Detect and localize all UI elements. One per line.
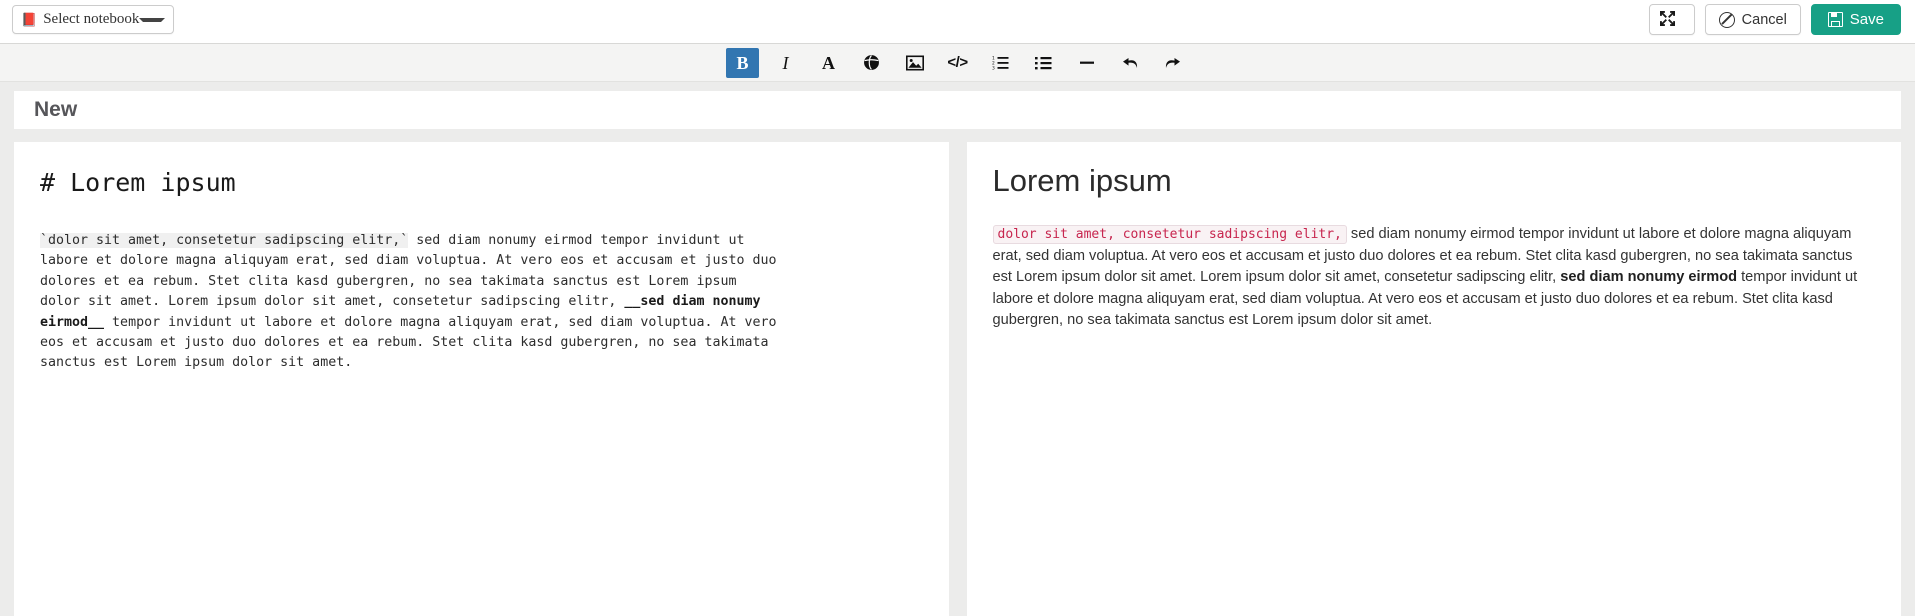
- toolbar-ordered-list-button[interactable]: 1 2 3: [984, 48, 1017, 78]
- italic-icon: I: [783, 54, 789, 72]
- horizontal-rule-icon: [1079, 55, 1095, 70]
- toolbar-bold-button[interactable]: B: [726, 48, 759, 78]
- editor-body-text: `dolor sit amet, consetetur sadipscing e…: [40, 231, 780, 374]
- toolbar-horizontal-rule-button[interactable]: [1070, 48, 1103, 78]
- redo-arrow-icon: [1164, 55, 1182, 71]
- editor-preview-split: # Lorem ipsum `dolor sit amet, consetetu…: [0, 129, 1915, 616]
- svg-text:3: 3: [992, 65, 995, 70]
- preview-strong-span: sed diam nonumy eirmod: [1560, 269, 1737, 285]
- toolbar-image-button[interactable]: [898, 48, 931, 78]
- notebook-select-dropdown[interactable]: 📕 Select notebook: [12, 5, 174, 34]
- markdown-editor-pane[interactable]: # Lorem ipsum `dolor sit amet, consetetu…: [14, 142, 949, 616]
- toolbar-code-button[interactable]: </>: [941, 48, 974, 78]
- toolbar-font-button[interactable]: A: [812, 48, 845, 78]
- code-brackets-icon: </>: [947, 55, 967, 70]
- top-bar: 📕 Select notebook Cancel Save: [0, 0, 1915, 44]
- toolbar-redo-button[interactable]: [1156, 48, 1189, 78]
- markdown-preview-pane: Lorem ipsum dolor sit amet, consetetur s…: [967, 142, 1902, 616]
- notebook-select-label: Select notebook: [43, 11, 139, 28]
- toolbar-unordered-list-button[interactable]: [1027, 48, 1060, 78]
- ban-icon: [1719, 12, 1735, 28]
- unordered-list-icon: [1035, 55, 1052, 70]
- fullscreen-arrows-icon: [1660, 11, 1675, 29]
- top-bar-actions: Cancel Save: [1649, 4, 1901, 35]
- undo-arrow-icon: [1121, 55, 1139, 71]
- image-icon: [906, 55, 924, 71]
- toolbar-undo-button[interactable]: [1113, 48, 1146, 78]
- save-button-label: Save: [1850, 11, 1884, 28]
- save-button[interactable]: Save: [1811, 4, 1901, 35]
- editor-heading-line: # Lorem ipsum: [40, 168, 923, 197]
- chevron-down-icon: [139, 18, 165, 22]
- note-title-row: New: [0, 82, 1915, 129]
- editor-text-part-2: tempor invidunt ut labore et dolore magn…: [40, 315, 777, 371]
- preview-code-span: dolor sit amet, consetetur sadipscing el…: [993, 225, 1347, 244]
- preview-body-text: dolor sit amet, consetetur sadipscing el…: [993, 224, 1876, 332]
- toolbar-italic-button[interactable]: I: [769, 48, 802, 78]
- note-title-input[interactable]: New: [14, 91, 1901, 129]
- floppy-disk-icon: [1828, 12, 1843, 27]
- globe-icon: [863, 54, 880, 71]
- notebook-icon: 📕: [21, 13, 37, 26]
- fullscreen-dropdown-button[interactable]: [1649, 4, 1695, 35]
- toolbar-link-button[interactable]: [855, 48, 888, 78]
- editor-code-span: `dolor sit amet, consetetur sadipscing e…: [40, 233, 408, 248]
- bold-icon: B: [736, 54, 748, 72]
- cancel-button[interactable]: Cancel: [1705, 4, 1801, 35]
- ordered-list-icon: 1 2 3: [992, 55, 1009, 70]
- format-toolbar: B I A </> 1 2: [0, 44, 1915, 82]
- font-letter-icon: A: [822, 54, 835, 72]
- preview-heading: Lorem ipsum: [993, 164, 1876, 198]
- note-title-value: New: [34, 98, 77, 122]
- cancel-button-label: Cancel: [1742, 12, 1787, 28]
